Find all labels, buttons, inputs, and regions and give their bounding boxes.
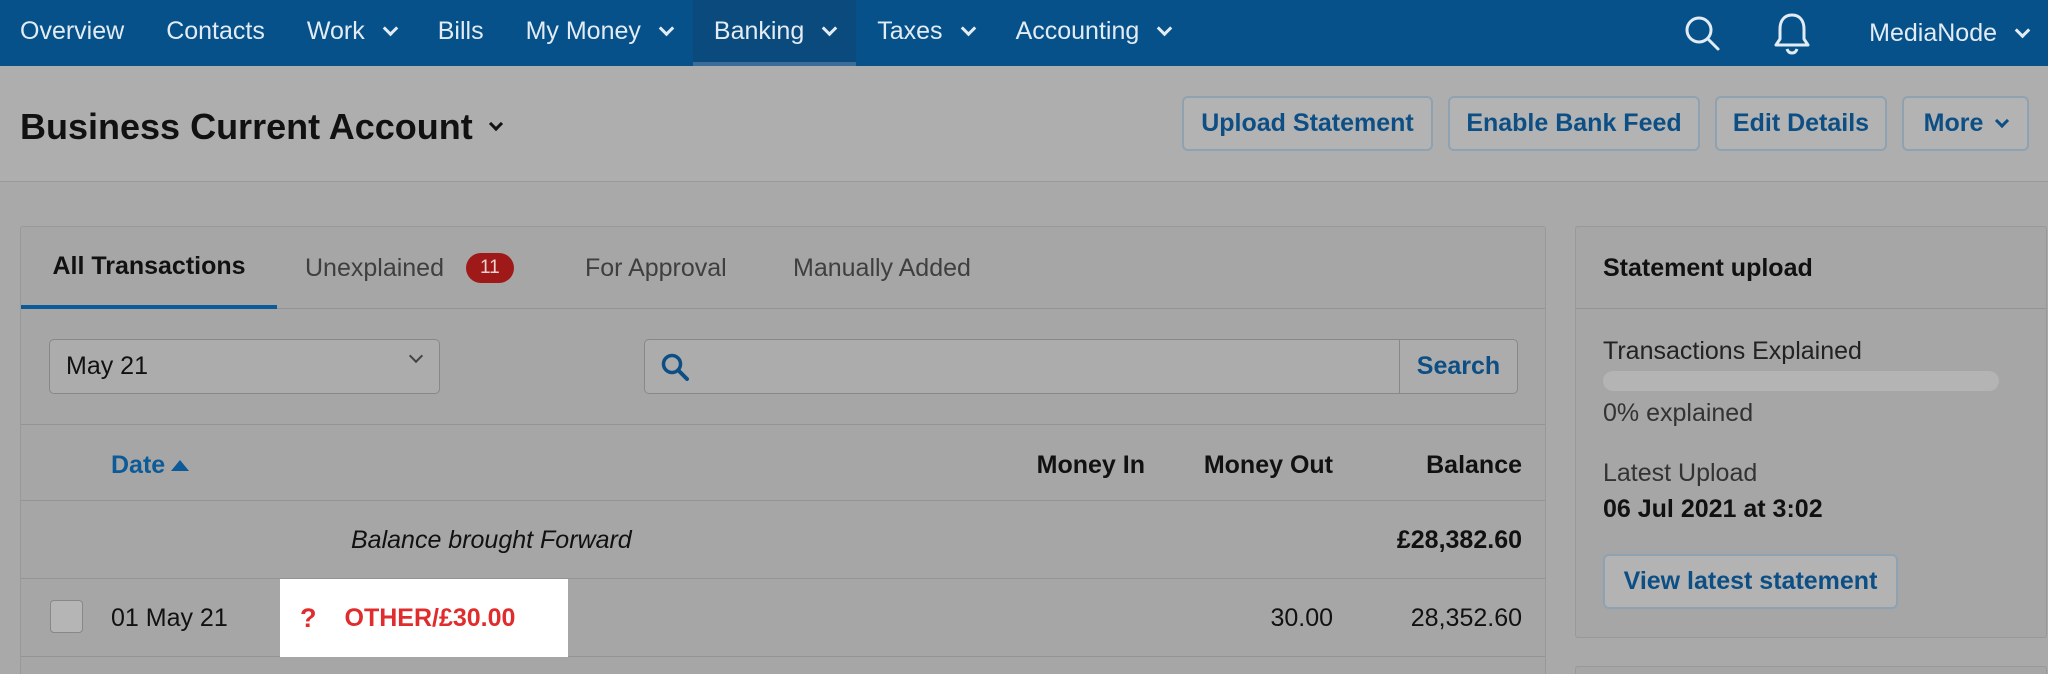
nav-taxes[interactable]: Taxes	[856, 0, 994, 63]
nav-overview-label: Overview	[20, 17, 125, 45]
date-header-label: Date	[111, 451, 166, 479]
tab-for-approval[interactable]: For Approval	[585, 227, 727, 309]
nav-contacts[interactable]: Contacts	[145, 0, 286, 63]
enable-bank-feed-label: Enable Bank Feed	[1466, 109, 1682, 137]
explained-progress-bar	[1603, 371, 1999, 391]
transaction-balance: 28,352.60	[1410, 604, 1522, 632]
chevron-down-icon	[1156, 20, 1173, 37]
nav-bills-label: Bills	[437, 17, 484, 45]
date-column-header[interactable]: Date	[111, 451, 190, 480]
view-latest-statement-button[interactable]: View latest statement	[1603, 554, 1898, 609]
tab-unexplained-label: Unexplained	[305, 253, 444, 282]
unexplained-question-icon: ?	[300, 602, 317, 633]
transaction-money-out: 30.00	[1270, 604, 1333, 632]
search-group: Search	[644, 339, 1518, 394]
edit-details-label: Edit Details	[1732, 109, 1870, 137]
chevron-down-icon	[658, 20, 675, 37]
nav-my-money-label: My Money	[525, 17, 641, 45]
chevron-down-icon	[1995, 113, 2010, 128]
transaction-tabs: All Transactions Unexplained 11 For Appro…	[21, 227, 1545, 309]
nav-my-money[interactable]: My Money	[505, 0, 693, 63]
row-checkbox[interactable]	[50, 600, 83, 633]
money-out-column-header: Money Out	[1203, 451, 1333, 479]
search-button[interactable]: Search	[1399, 340, 1517, 393]
balance-column-header: Balance	[1426, 451, 1522, 479]
tab-approval-label: For Approval	[585, 253, 727, 282]
nav-overview[interactable]: Overview	[0, 0, 145, 63]
nav-accounting-label: Accounting	[1015, 17, 1140, 45]
nav-bills[interactable]: Bills	[417, 0, 505, 63]
transaction-description-text: OTHER/£30.00	[344, 603, 516, 632]
user-name: MediaNode	[1869, 18, 1997, 47]
chevron-down-icon	[382, 20, 399, 37]
more-button[interactable]: More	[1902, 96, 2029, 151]
nav-banking-label: Banking	[713, 16, 805, 45]
chevron-down-icon	[2014, 22, 2031, 38]
chevron-down-icon	[821, 20, 838, 36]
nav-right-group: MediaNode	[1667, 0, 2048, 66]
transactions-explained-label: Transactions Explained	[1603, 337, 1862, 365]
nav-work-label: Work	[306, 17, 365, 45]
brought-forward-balance: £28,382.60	[1396, 526, 1522, 554]
user-menu[interactable]: MediaNode	[1827, 18, 2031, 48]
tab-all-label: All Transactions	[52, 251, 246, 280]
nav-contacts-label: Contacts	[166, 17, 265, 45]
balance-brought-forward-row: Balance brought Forward £28,382.60	[21, 501, 1545, 579]
statement-upload-panel: Statement upload Transactions Explained …	[1575, 226, 2047, 638]
search-input[interactable]	[705, 340, 1399, 393]
transaction-description[interactable]: ? OTHER/£30.00	[280, 579, 568, 657]
view-latest-statement-label: View latest statement	[1623, 567, 1878, 595]
chevron-down-icon	[960, 20, 976, 37]
transaction-date: 01 May 21	[111, 604, 228, 632]
filter-row: May 21 Search	[21, 309, 1545, 425]
chevron-down-icon	[408, 348, 424, 364]
money-in-column-header: Money In	[1036, 451, 1145, 479]
bell-icon[interactable]	[1757, 2, 1827, 65]
nav-banking[interactable]: Banking	[692, 0, 857, 66]
search-icon[interactable]	[1667, 2, 1737, 65]
tab-manually-added[interactable]: Manually Added	[793, 227, 971, 309]
nav-accounting[interactable]: Accounting	[995, 0, 1192, 63]
tab-unexplained[interactable]: Unexplained 11	[305, 227, 514, 309]
chevron-down-icon	[488, 116, 503, 132]
more-label: More	[1923, 109, 1984, 137]
unexplained-count-badge: 11	[466, 253, 514, 283]
transactions-card: All Transactions Unexplained 11 For Appro…	[20, 226, 1546, 674]
brought-forward-label: Balance brought Forward	[351, 526, 632, 554]
tab-manual-label: Manually Added	[793, 253, 971, 282]
month-select[interactable]: May 21	[49, 339, 440, 394]
tab-all-transactions[interactable]: All Transactions	[21, 227, 277, 309]
edit-details-button[interactable]: Edit Details	[1715, 96, 1887, 151]
sort-ascending-icon	[171, 460, 190, 471]
secondary-panel	[1575, 666, 2047, 674]
statement-upload-title: Statement upload	[1603, 254, 1813, 282]
enable-bank-feed-button[interactable]: Enable Bank Feed	[1448, 96, 1700, 151]
month-select-value: May 21	[66, 352, 148, 380]
page-title: Business Current Account	[20, 106, 473, 147]
upload-statement-label: Upload Statement	[1201, 109, 1414, 137]
nav-taxes-label: Taxes	[877, 17, 943, 45]
latest-upload-label: Latest Upload	[1603, 459, 1758, 487]
explained-percentage: 0% explained	[1603, 399, 1754, 427]
search-icon	[645, 340, 705, 393]
table-header: Date Money In Money Out Balance	[21, 425, 1545, 501]
statement-upload-header: Statement upload	[1576, 227, 2046, 309]
nav-work[interactable]: Work	[286, 0, 417, 63]
top-navigation: Overview Contacts Work Bills My Money Ba…	[0, 0, 2048, 66]
account-header: Business Current Account Upload Statemen…	[0, 66, 2048, 182]
table-row[interactable]: 01 May 21 ? OTHER/£30.00 30.00 28,352.60	[21, 579, 1545, 657]
upload-statement-button[interactable]: Upload Statement	[1182, 96, 1433, 151]
account-selector[interactable]: Business Current Account	[20, 106, 503, 148]
search-button-label: Search	[1416, 352, 1501, 380]
latest-upload-value: 06 Jul 2021 at 3:02	[1603, 495, 1823, 523]
